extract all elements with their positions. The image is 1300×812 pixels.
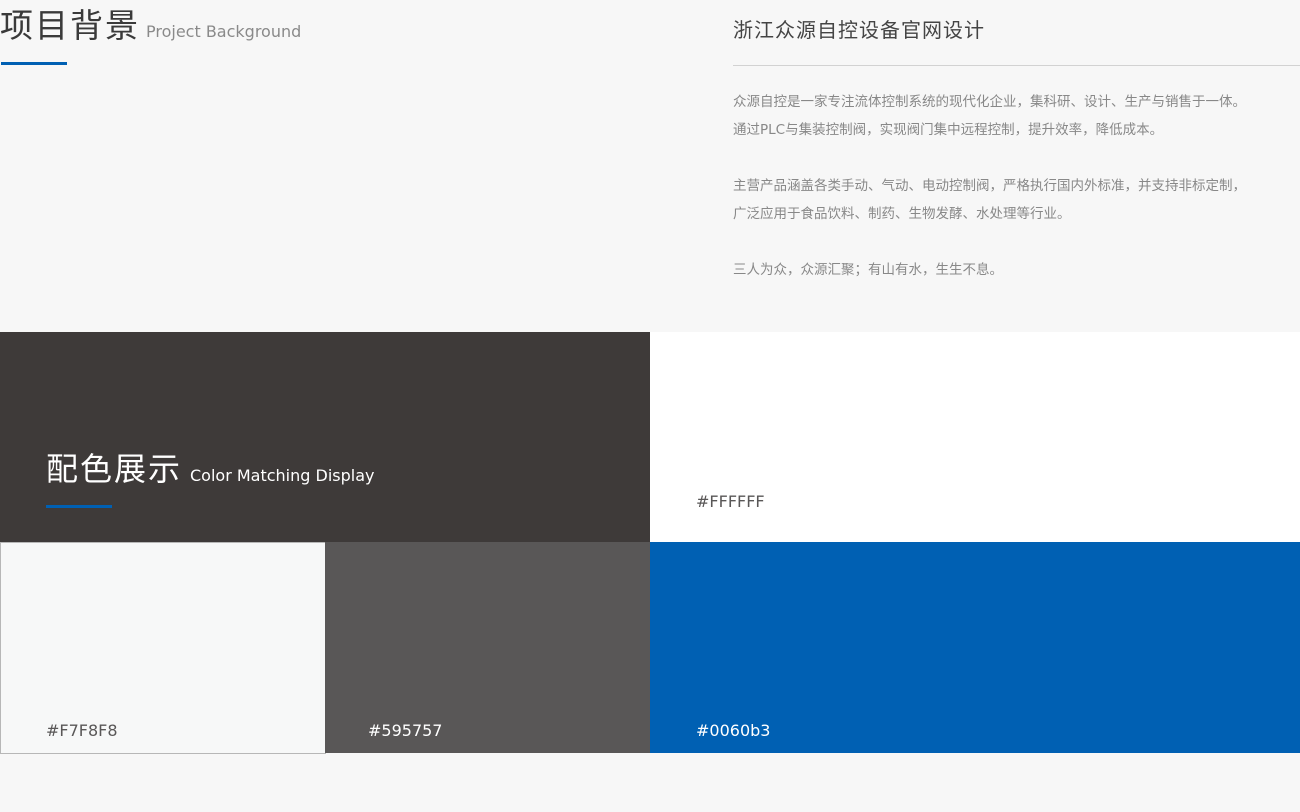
- paragraph-line: 广泛应用于食品饮料、制药、生物发酵、水处理等行业。: [733, 206, 1071, 222]
- slogan-paragraph: 三人为众，众源汇聚；有山有水，生生不息。: [733, 256, 1300, 284]
- title-accent-underline: [1, 62, 67, 65]
- swatch-white-hex-label: #FFFFFF: [696, 492, 765, 511]
- paragraph-line: 通过PLC与集装控制阀，实现阀门集中远程控制，提升效率，降低成本。: [733, 122, 1164, 138]
- project-background-subtitle: Project Background: [146, 22, 302, 41]
- intro-paragraph: 众源自控是一家专注流体控制系统的现代化企业，集科研、设计、生产与销售于一体。 通…: [733, 88, 1300, 144]
- color-display-header-block: [0, 332, 650, 542]
- project-background-title: 项目背景: [0, 6, 140, 45]
- company-title-divider: [733, 65, 1300, 66]
- company-title: 浙江众源自控设备官网设计: [733, 18, 985, 42]
- paragraph-line: 众源自控是一家专注流体控制系统的现代化企业，集科研、设计、生产与销售于一体。: [733, 94, 1246, 110]
- color-display-subtitle: Color Matching Display: [190, 466, 375, 485]
- swatch-light-hex-label: #F7F8F8: [46, 721, 118, 740]
- swatch-gray-hex-label: #595757: [368, 721, 443, 740]
- swatch-blue-hex-label: #0060b3: [696, 721, 771, 740]
- products-paragraph: 主营产品涵盖各类手动、气动、电动控制阀，严格执行国内外标准，并支持非标定制， 广…: [733, 172, 1300, 228]
- paragraph-line: 三人为众，众源汇聚；有山有水，生生不息。: [733, 262, 1003, 278]
- paragraph-line: 主营产品涵盖各类手动、气动、电动控制阀，严格执行国内外标准，并支持非标定制，: [733, 178, 1246, 194]
- color-display-title: 配色展示: [46, 450, 183, 488]
- color-title-accent-underline: [46, 505, 112, 508]
